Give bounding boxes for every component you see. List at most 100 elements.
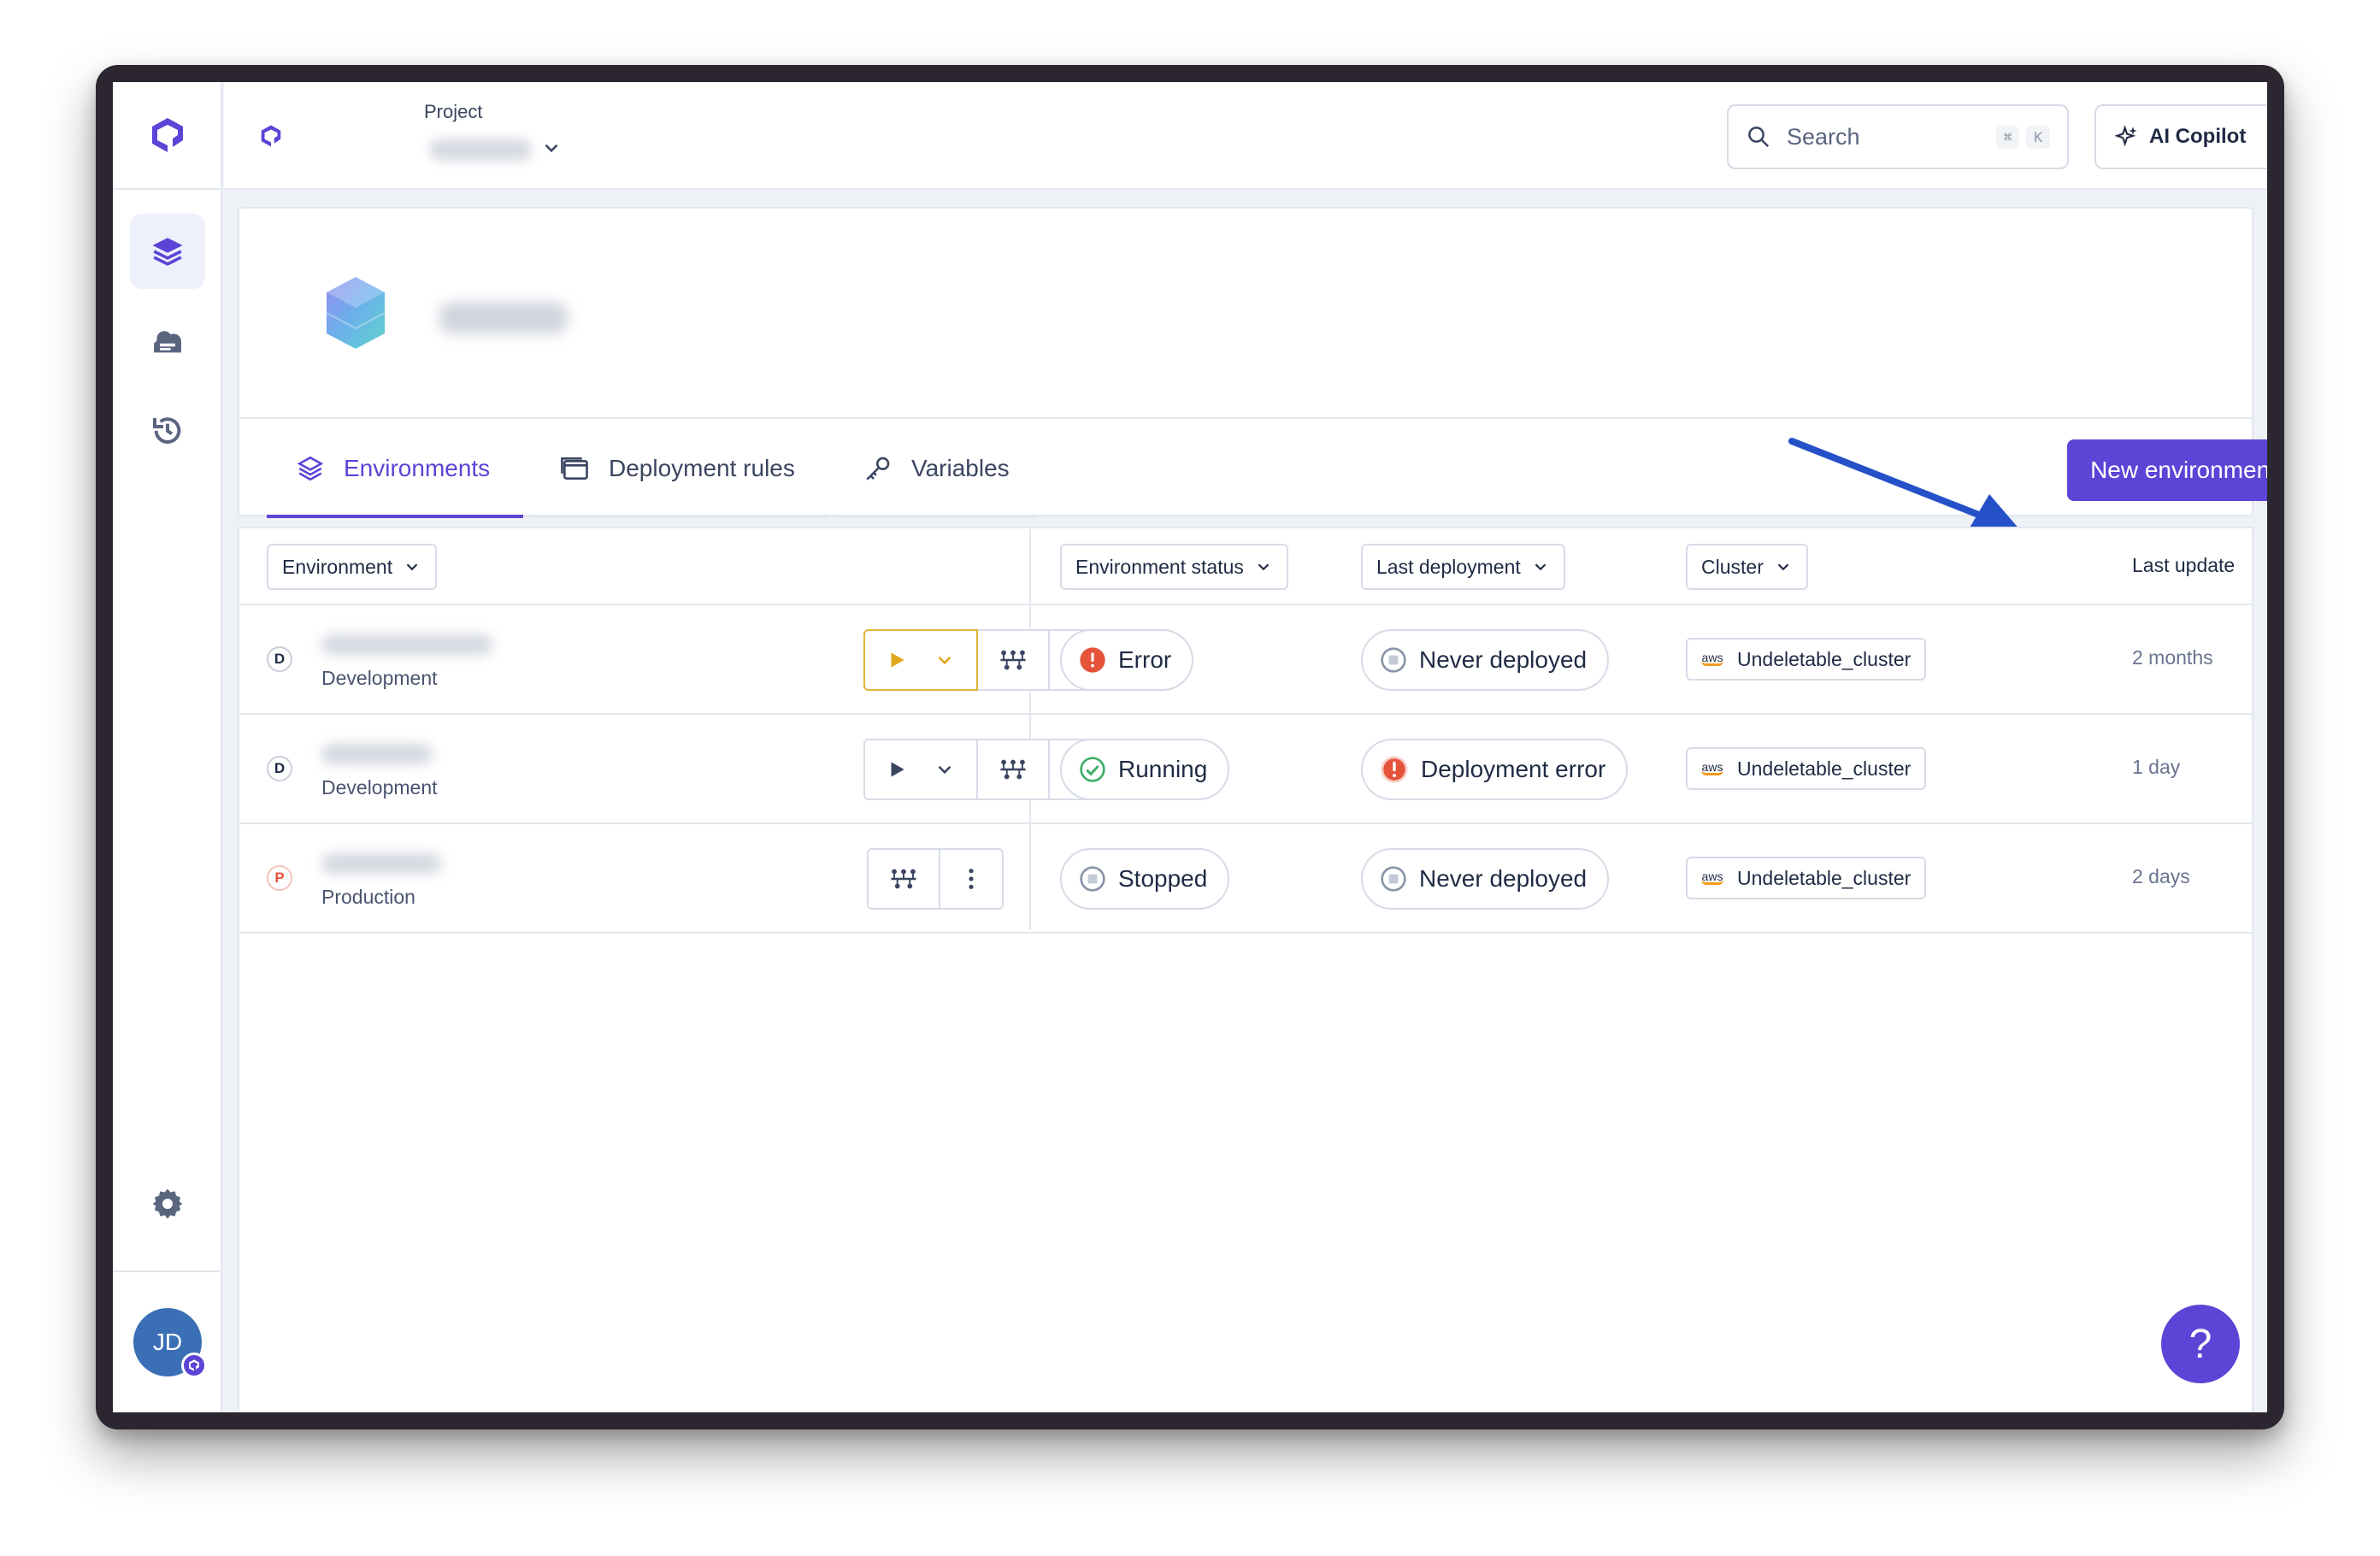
environment-filter-button[interactable]: Environment — [267, 544, 438, 590]
cluster-tag[interactable]: aws Undeletable_cluster — [1686, 857, 1927, 899]
environments-table: Environment Environment status Last depl… — [238, 527, 2253, 1412]
deployment-label: Never deployed — [1419, 646, 1588, 673]
stop-circle-icon — [1381, 866, 1406, 892]
deploy-button[interactable] — [863, 739, 978, 800]
history-icon — [153, 417, 181, 444]
chevron-down-icon — [406, 563, 418, 571]
table-header: Environment Environment status Last depl… — [239, 528, 2252, 605]
tab-variables[interactable]: Variables — [834, 419, 1036, 518]
tab-environments-label: Environments — [344, 455, 491, 481]
header-status: Environment status — [1075, 555, 1244, 578]
pipeline-button[interactable] — [976, 739, 1050, 800]
pipeline-icon — [1000, 650, 1026, 670]
new-environment-label: New environment — [2090, 457, 2267, 483]
cluster-name: Undeletable_cluster — [1737, 757, 1912, 780]
cluster-name: Undeletable_cluster — [1737, 647, 1912, 670]
deployment-badge: Never deployed — [1361, 629, 1610, 691]
pipeline-button[interactable] — [976, 629, 1050, 691]
more-vertical-icon — [969, 869, 974, 889]
header-last-deployment: Last deployment — [1376, 555, 1521, 578]
environment-mode-badge: D — [267, 646, 292, 672]
stop-circle-icon — [1080, 866, 1105, 892]
search-placeholder: Search — [1787, 123, 1860, 150]
help-button[interactable]: ? — [2161, 1305, 2240, 1383]
tab-deployment-rules[interactable]: Deployment rules — [530, 419, 829, 518]
tab-underline — [530, 515, 829, 518]
status-label: Error — [1118, 646, 1172, 673]
more-options-button[interactable] — [939, 848, 1004, 910]
search-shortcut-cmd: ⌘ — [1995, 125, 2020, 149]
header-cluster: Cluster — [1701, 555, 1764, 578]
app-logo[interactable] — [113, 82, 222, 190]
sparkles-icon — [2115, 125, 2137, 147]
user-menu[interactable]: JD — [113, 1270, 222, 1412]
project-title-redacted — [439, 303, 568, 333]
chevron-down-icon — [1258, 563, 1270, 571]
layers-icon — [152, 238, 183, 266]
environment-mode-badge: P — [267, 865, 292, 891]
stop-circle-icon — [1381, 647, 1406, 673]
avatar[interactable]: JD — [133, 1308, 207, 1378]
gear-icon — [152, 1188, 183, 1219]
row-actions — [867, 848, 1004, 910]
error-icon — [1080, 647, 1105, 673]
status-label: Running — [1118, 756, 1208, 782]
tab-underline — [267, 515, 523, 518]
window-icon — [561, 457, 588, 480]
status-label: Stopped — [1118, 865, 1208, 892]
deployment-badge: Never deployed — [1361, 848, 1610, 910]
status-badge: Running — [1060, 739, 1230, 800]
environment-name-redacted[interactable] — [321, 634, 492, 655]
tab-variables-label: Variables — [911, 455, 1010, 481]
top-bar: Project Search ⌘ K AI Copilot ⌘ i — [224, 82, 2267, 190]
tab-underline — [834, 515, 1036, 518]
cluster-tag[interactable]: aws Undeletable_cluster — [1686, 747, 1927, 790]
check-circle-icon — [1080, 757, 1105, 782]
search-shortcut-key: K — [2026, 125, 2050, 149]
sidebar-item-history[interactable] — [130, 393, 205, 469]
header-last-update: Last update — [2132, 554, 2236, 576]
avatar-org-badge-icon — [181, 1353, 207, 1378]
environment-name-redacted[interactable] — [321, 853, 441, 874]
environment-type: Production — [321, 886, 415, 908]
sidebar-item-environments[interactable] — [130, 214, 205, 289]
tab-environments[interactable]: Environments — [267, 419, 523, 518]
cloud-server-icon — [154, 331, 181, 353]
layers-icon — [297, 456, 324, 481]
chevron-down-icon — [1535, 563, 1546, 571]
table-row[interactable]: P Production Stopped Never deployed aws … — [239, 824, 2252, 934]
deployment-label: Deployment error — [1421, 756, 1606, 782]
key-icon — [866, 457, 890, 480]
pipeline-icon — [891, 869, 916, 889]
deploy-button[interactable] — [863, 629, 978, 691]
table-row[interactable]: D Development — [239, 715, 2252, 824]
project-hexagon-logo-icon — [321, 274, 390, 357]
aws-logo-icon: aws — [1701, 869, 1723, 885]
environment-type: Development — [321, 667, 438, 689]
ai-copilot-button[interactable]: AI Copilot ⌘ i — [2094, 104, 2267, 169]
play-icon — [891, 652, 904, 668]
environment-mode-badge: D — [267, 756, 292, 781]
environment-name-redacted[interactable] — [321, 744, 433, 764]
sidebar-item-settings[interactable] — [130, 1166, 205, 1241]
header-environment: Environment — [282, 555, 393, 578]
cluster-filter-button[interactable]: Cluster — [1686, 544, 1808, 590]
last-update-value: 1 day — [2132, 756, 2181, 778]
aws-logo-icon: aws — [1701, 760, 1723, 775]
chevron-down-icon — [1777, 563, 1789, 571]
new-environment-button[interactable]: New environment — [2067, 439, 2267, 501]
status-filter-button[interactable]: Environment status — [1060, 544, 1288, 590]
project-selector-chevron-icon[interactable] — [540, 137, 563, 163]
search-input[interactable]: Search ⌘ K — [1727, 104, 2069, 169]
environment-type: Development — [321, 776, 438, 799]
last-update-value: 2 days — [2132, 865, 2190, 887]
last-deployment-filter-button[interactable]: Last deployment — [1361, 544, 1565, 590]
play-icon — [891, 762, 904, 777]
pipeline-button[interactable] — [867, 848, 940, 910]
aws-logo-icon: aws — [1701, 651, 1723, 666]
table-row[interactable]: D Development — [239, 605, 2252, 715]
deployment-label: Never deployed — [1419, 865, 1588, 892]
project-name-redacted[interactable] — [429, 139, 532, 161]
cluster-tag[interactable]: aws Undeletable_cluster — [1686, 638, 1927, 681]
sidebar-item-clusters[interactable] — [130, 304, 205, 380]
